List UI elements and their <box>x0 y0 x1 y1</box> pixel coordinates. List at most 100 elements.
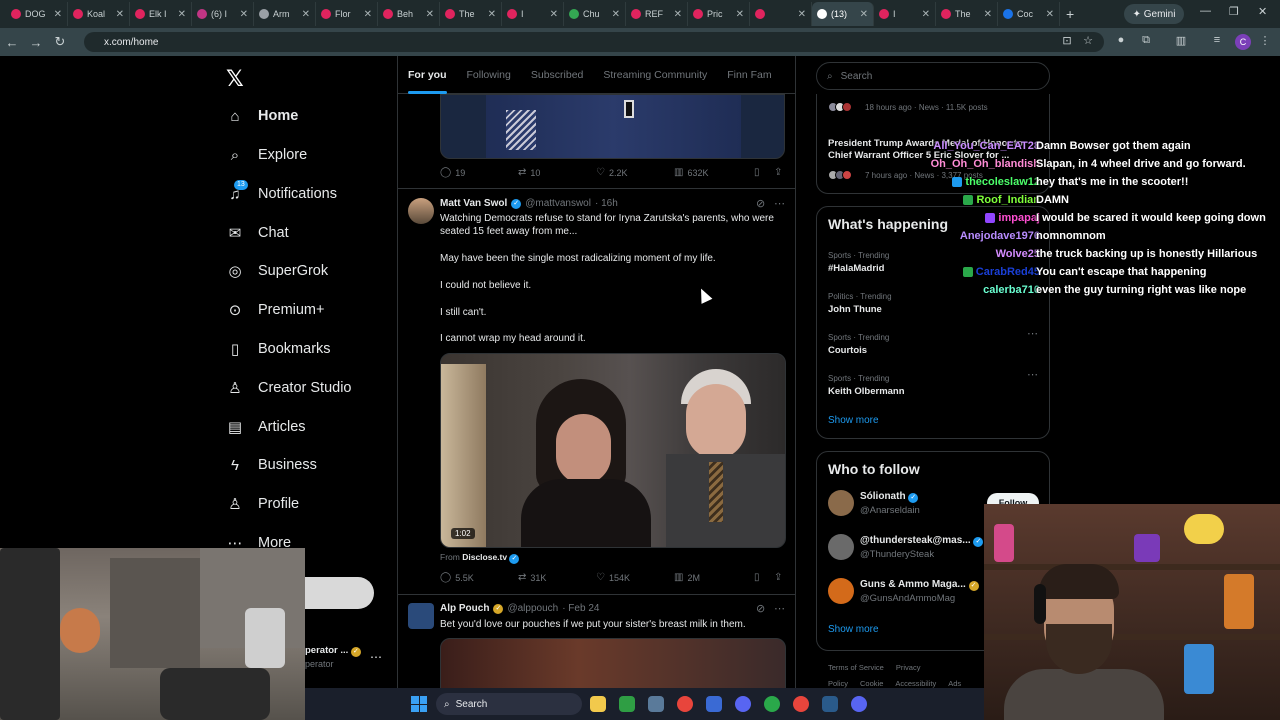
show-more-link[interactable]: Show more <box>828 624 879 635</box>
extension-icon[interactable]: ● <box>1114 34 1128 48</box>
maximize-icon[interactable]: ❐ <box>1229 5 1239 18</box>
avatar[interactable] <box>408 603 434 629</box>
account-menu-icon[interactable]: ⋯ <box>370 650 382 664</box>
tab-close-icon[interactable]: ✕ <box>302 9 310 20</box>
browser-tab[interactable]: (13) ✕ <box>812 2 874 26</box>
install-icon[interactable]: ⊡ <box>1060 34 1074 48</box>
app-icon[interactable] <box>764 696 780 712</box>
nav-item-explore[interactable]: ⌕ Explore <box>226 140 307 170</box>
post-button[interactable] <box>305 577 374 609</box>
grok-icon[interactable]: ⊘ <box>756 602 765 615</box>
timeline-tab[interactable]: Subscribed <box>521 56 594 94</box>
avatar[interactable] <box>828 534 854 560</box>
close-window-icon[interactable]: ✕ <box>1258 5 1267 18</box>
browser-tab[interactable]: Arm ✕ <box>254 2 316 26</box>
browser-tab[interactable]: REF ✕ <box>626 2 688 26</box>
chrome-icon[interactable] <box>677 696 693 712</box>
nav-item-home[interactable]: ⌂ Home <box>226 101 298 131</box>
nav-item-business[interactable]: ϟ Business <box>226 450 317 480</box>
tab-close-icon[interactable]: ✕ <box>240 9 248 20</box>
minimize-icon[interactable]: — <box>1200 5 1211 17</box>
browser-tab[interactable]: (6) I ✕ <box>192 2 254 26</box>
browser-tab[interactable]: Flor ✕ <box>316 2 378 26</box>
video-source[interactable]: From Disclose.tv ✓ <box>440 552 520 564</box>
browser-tab[interactable]: Coc ✕ <box>998 2 1060 26</box>
forward-icon[interactable]: → <box>24 35 48 50</box>
nav-item-creator-studio[interactable]: ♙ Creator Studio <box>226 373 351 403</box>
grok-icon[interactable]: ⊘ <box>756 197 765 210</box>
share-icon[interactable]: ⇪ <box>774 167 782 178</box>
footer-link[interactable]: Cookie <box>860 679 883 688</box>
tweet-time[interactable]: · 16h <box>595 198 618 209</box>
app-icon[interactable] <box>706 696 722 712</box>
discord-icon[interactable] <box>851 696 867 712</box>
tab-close-icon[interactable]: ✕ <box>550 9 558 20</box>
suggested-user-name[interactable]: @thundersteak@mas... ✓ <box>860 535 984 547</box>
profile-avatar[interactable]: C <box>1235 34 1251 50</box>
media-icon[interactable]: ≡ <box>1210 34 1224 48</box>
avatar[interactable] <box>408 198 434 224</box>
suggested-user-name[interactable]: Guns & Ammo Maga... ✓ <box>860 579 979 591</box>
reload-icon[interactable]: ↻ <box>48 34 72 50</box>
tweet-time[interactable]: · Feb 24 <box>562 603 599 614</box>
windows-start-icon[interactable] <box>411 696 427 712</box>
tab-close-icon[interactable]: ✕ <box>488 9 496 20</box>
browser-tab[interactable]: The ✕ <box>936 2 998 26</box>
previous-tweet-media[interactable] <box>440 94 785 159</box>
puzzle-icon[interactable]: ⧉ <box>1139 34 1153 48</box>
show-more-link[interactable]: Show more <box>828 415 879 426</box>
nav-item-profile[interactable]: ♙ Profile <box>226 489 299 519</box>
file-explorer-icon[interactable] <box>590 696 606 712</box>
browser-tab[interactable]: Elk I ✕ <box>130 2 192 26</box>
back-icon[interactable]: ← <box>0 35 24 50</box>
trend-name[interactable]: John Thune <box>828 304 882 315</box>
tab-close-icon[interactable]: ✕ <box>798 9 806 20</box>
tab-close-icon[interactable]: ✕ <box>984 9 992 20</box>
search-input[interactable]: ⌕ Search <box>816 62 1050 90</box>
gemini-button[interactable]: ✦ Gemini <box>1124 4 1184 24</box>
more-icon[interactable]: ⋯ <box>774 602 785 615</box>
browser-tab[interactable]: The ✕ <box>440 2 502 26</box>
tab-close-icon[interactable]: ✕ <box>736 9 744 20</box>
trend-name[interactable]: Courtois <box>828 345 867 356</box>
like-button[interactable]: ♡ 154K <box>596 572 674 583</box>
tab-close-icon[interactable]: ✕ <box>364 9 372 20</box>
bookmark-icon[interactable]: ▯ <box>754 167 774 178</box>
tab-close-icon[interactable]: ✕ <box>426 9 434 20</box>
tab-close-icon[interactable]: ✕ <box>922 9 930 20</box>
menu-icon[interactable]: ⋮ <box>1258 34 1272 48</box>
nav-item-articles[interactable]: ▤ Articles <box>226 412 306 442</box>
repost-button[interactable]: ⇄ 31K <box>518 572 596 583</box>
browser-tab[interactable]: Beh ✕ <box>378 2 440 26</box>
footer-link[interactable]: Accessibility <box>895 679 936 688</box>
timeline-tab[interactable]: Finn Fam <box>717 56 781 94</box>
browser-tab[interactable]: Chu ✕ <box>564 2 626 26</box>
timeline-tab[interactable]: Streaming Community <box>593 56 717 94</box>
repost-button[interactable]: ⇄ 10 <box>518 167 596 178</box>
steam-icon[interactable] <box>822 696 838 712</box>
nav-item-bookmarks[interactable]: ▯ Bookmarks <box>226 334 331 364</box>
timeline-tab[interactable]: Following <box>457 56 521 94</box>
tab-close-icon[interactable]: ✕ <box>178 9 186 20</box>
new-tab-button[interactable]: + <box>1066 6 1074 22</box>
chrome-icon[interactable] <box>793 696 809 712</box>
more-icon[interactable]: ⋯ <box>774 197 785 210</box>
discord-icon[interactable] <box>735 696 751 712</box>
reply-button[interactable]: ◯ 5.5K <box>440 572 518 583</box>
author-handle[interactable]: @mattvanswol <box>525 198 591 209</box>
browser-tab[interactable]: Pric ✕ <box>688 2 750 26</box>
address-bar[interactable]: x.com/home <box>84 32 1104 52</box>
avatar[interactable] <box>828 490 854 516</box>
more-icon[interactable]: ⋯ <box>1027 368 1038 381</box>
author-name[interactable]: Alp Pouch <box>440 603 489 614</box>
x-logo[interactable]: 𝕏 <box>226 66 244 92</box>
browser-tab[interactable]: I ✕ <box>502 2 564 26</box>
taskbar-search[interactable]: ⌕ Search <box>436 693 582 715</box>
reply-button[interactable]: ◯ 19 <box>440 167 518 178</box>
share-icon[interactable]: ⇪ <box>774 572 782 583</box>
tab-close-icon[interactable]: ✕ <box>116 9 124 20</box>
account-name[interactable]: perator ... ✓ <box>305 645 361 657</box>
browser-tab[interactable]: Koal ✕ <box>68 2 130 26</box>
tab-close-icon[interactable]: ✕ <box>612 9 620 20</box>
author-handle[interactable]: @alppouch <box>507 603 558 614</box>
